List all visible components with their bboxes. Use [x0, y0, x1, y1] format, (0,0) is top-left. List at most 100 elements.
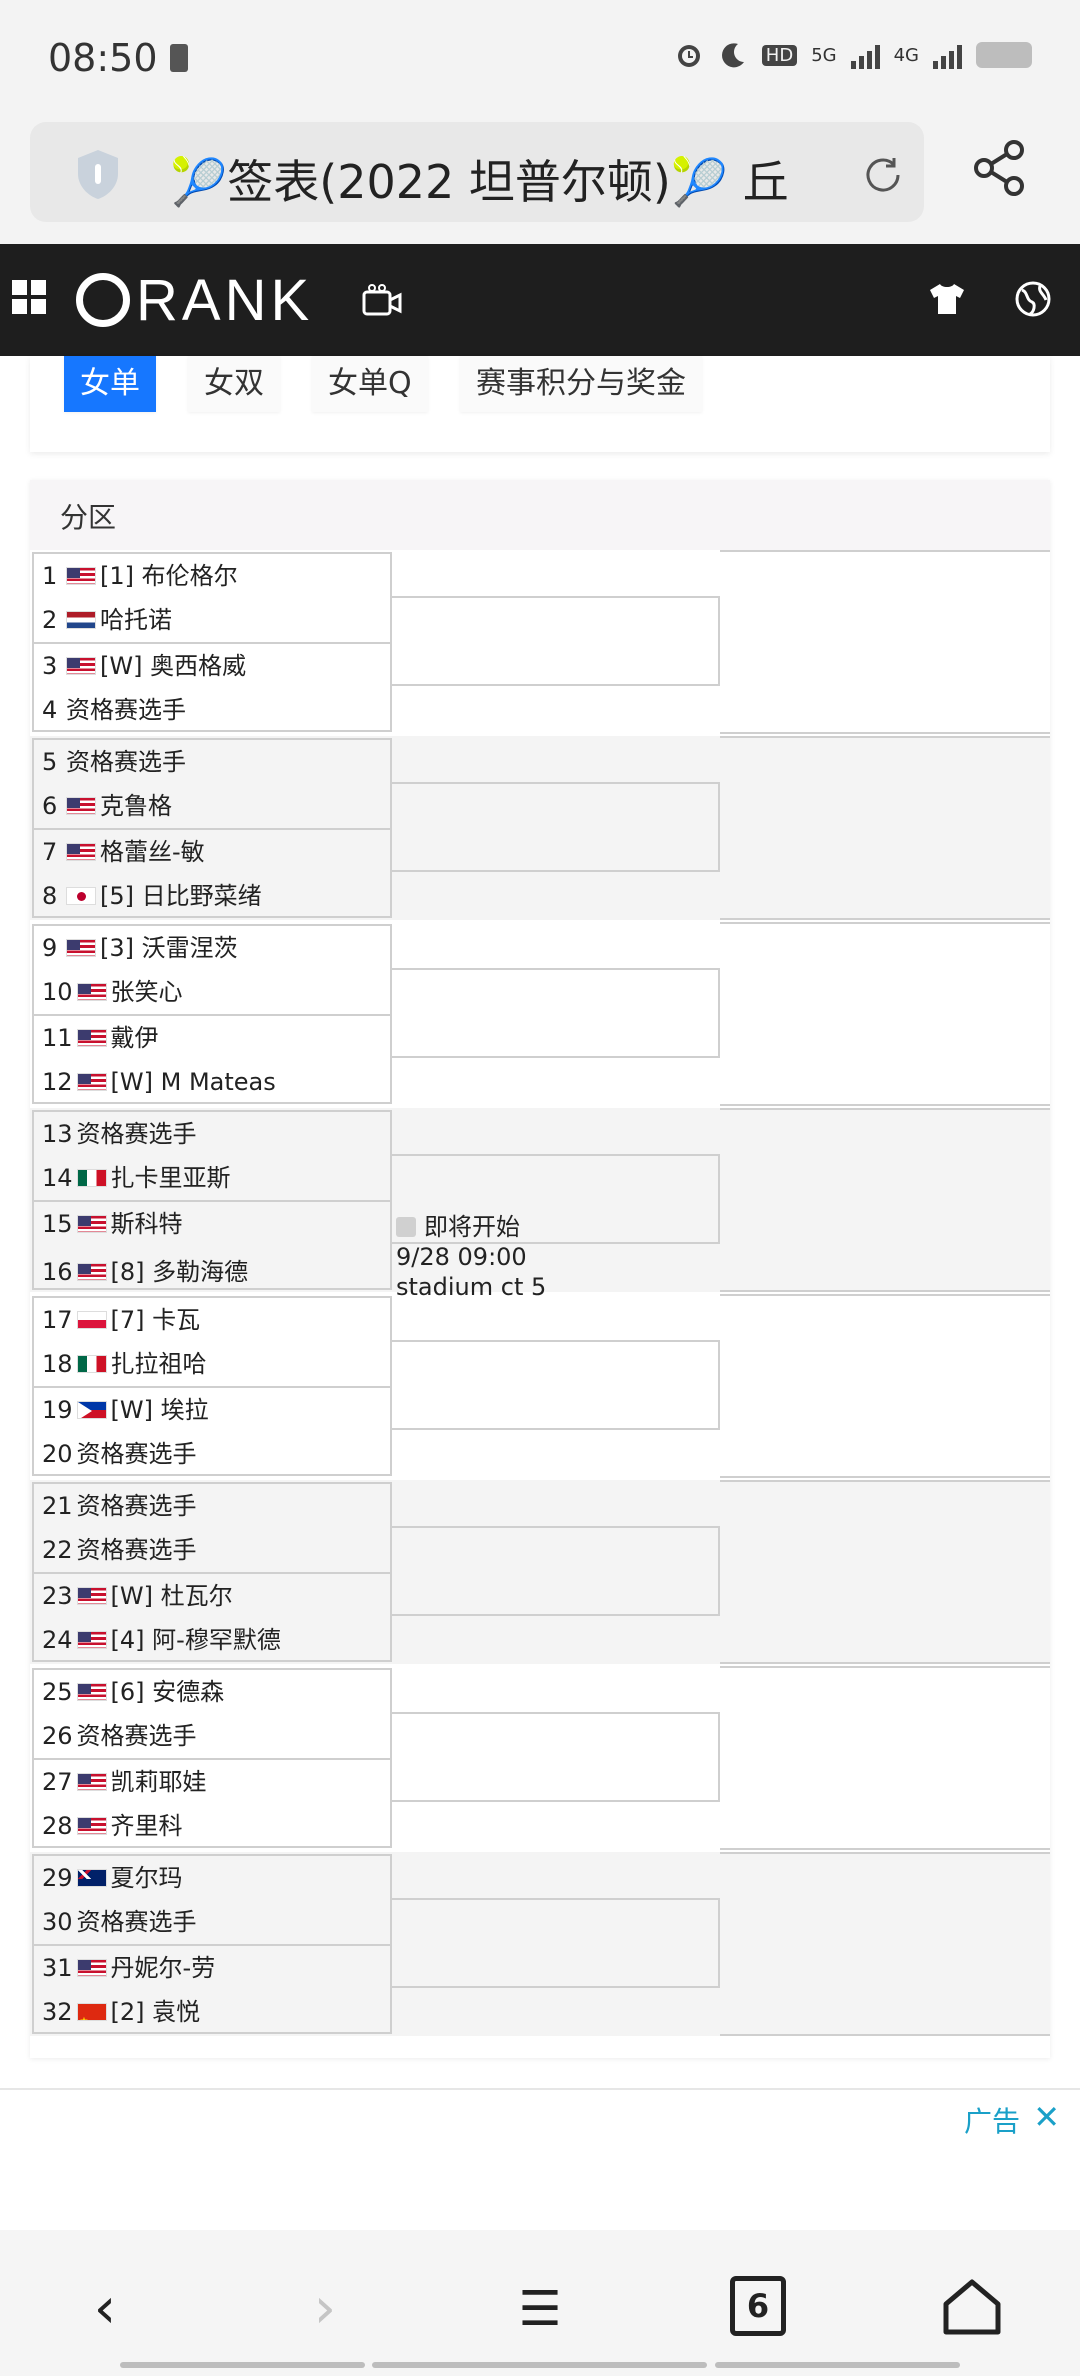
- shield-icon[interactable]: [70, 146, 126, 202]
- player-row[interactable]: 10 张笑心: [42, 970, 183, 1014]
- nl-flag-icon: [66, 611, 96, 629]
- status-indicator-icon: [396, 1217, 416, 1237]
- logo-text: RANK: [136, 267, 314, 333]
- player-row[interactable]: 26 资格赛选手: [42, 1714, 197, 1758]
- reload-icon[interactable]: [860, 152, 906, 198]
- player-name: 张笑心: [110, 978, 183, 1006]
- tab-womens-singles[interactable]: 女单: [64, 356, 156, 412]
- us-flag-icon: [76, 1215, 107, 1233]
- forward-button[interactable]: ›: [290, 2274, 360, 2344]
- player-row[interactable]: 15 斯科特: [42, 1202, 183, 1246]
- seed-position: 2: [42, 606, 58, 634]
- player-row[interactable]: 29 夏尔玛: [42, 1856, 183, 1900]
- us-flag-icon: [66, 939, 96, 957]
- alarm-icon: [677, 45, 700, 67]
- menu-button[interactable]: ☰: [505, 2274, 575, 2344]
- player-row[interactable]: 7 格蕾丝-敏: [42, 830, 205, 874]
- round3-bracket-line: [720, 922, 1050, 1106]
- player-row[interactable]: 23 [W] 杜瓦尔: [42, 1574, 233, 1618]
- seed-position: 8: [42, 882, 58, 910]
- seed-position: 21: [42, 1492, 73, 1520]
- match-time: 9/28 09:00: [396, 1243, 527, 1271]
- player-group: 9 [3] 沃雷涅茨 10 张笑心 11 戴伊 12 [W] M Mateas: [32, 924, 392, 1104]
- player-row[interactable]: 3 [W] 奥西格威: [42, 644, 246, 688]
- player-row[interactable]: 6 克鲁格: [42, 784, 172, 828]
- us-flag-icon: [76, 1817, 107, 1835]
- us-flag-icon: [76, 1959, 107, 1977]
- tab-womens-singles-q[interactable]: 女单Q: [312, 356, 428, 412]
- player-row[interactable]: 5 资格赛选手: [42, 740, 186, 784]
- player-name: 凯莉耶娃: [110, 1768, 207, 1796]
- player-row[interactable]: 9 [3] 沃雷涅茨: [42, 926, 238, 970]
- address-bar[interactable]: 🎾签表(2022 坦普尔顿)🎾 丘: [30, 122, 924, 222]
- player-row[interactable]: 8 [5] 日比野菜绪: [42, 874, 262, 918]
- round2-bracket-line: [392, 1712, 720, 1802]
- player-row[interactable]: 18 扎拉祖哈: [42, 1342, 207, 1386]
- ad-banner[interactable]: 广告 ✕: [0, 2088, 1080, 2228]
- share-icon[interactable]: [970, 138, 1030, 198]
- page-title[interactable]: 🎾签表(2022 坦普尔顿)🎾 丘: [170, 146, 830, 212]
- match-pair: 17 [7] 卡瓦 18 扎拉祖哈: [34, 1298, 390, 1386]
- player-name: 资格赛选手: [66, 748, 186, 776]
- round3-bracket-line: [720, 550, 1050, 734]
- round3-bracket-line: [720, 1108, 1050, 1292]
- player-row[interactable]: 2 哈托诺: [42, 598, 172, 642]
- tabs-button[interactable]: 6: [730, 2276, 786, 2336]
- us-flag-icon: [76, 1029, 107, 1047]
- video-icon[interactable]: [362, 284, 402, 318]
- browser-toolbar: 🎾签表(2022 坦普尔顿)🎾 丘: [0, 116, 1080, 244]
- player-row[interactable]: 32 [2] 袁悦: [42, 1990, 200, 2034]
- round3-bracket-line: [720, 736, 1050, 920]
- tab-womens-doubles[interactable]: 女双: [188, 356, 280, 412]
- shirt-icon[interactable]: [928, 282, 966, 316]
- player-row[interactable]: 28 齐里科: [42, 1804, 183, 1848]
- match-pair: 19 [W] 埃拉 20 资格赛选手: [34, 1386, 390, 1474]
- round3-bracket-line: [720, 1852, 1050, 2036]
- player-row[interactable]: 20 资格赛选手: [42, 1432, 197, 1476]
- player-name: 资格赛选手: [76, 1536, 197, 1564]
- player-row[interactable]: 31 丹妮尔-劳: [42, 1946, 215, 1990]
- player-row[interactable]: 21 资格赛选手: [42, 1484, 197, 1528]
- logo-mark-icon: [76, 273, 130, 327]
- player-name: [W] M Mateas: [110, 1068, 276, 1096]
- match-pair: 9 [3] 沃雷涅茨 10 张笑心: [34, 926, 390, 1014]
- home-icon[interactable]: [940, 2274, 1004, 2338]
- us-flag-icon: [76, 983, 107, 1001]
- player-row[interactable]: 11 戴伊: [42, 1016, 159, 1060]
- globe-icon[interactable]: [1014, 280, 1052, 318]
- player-row[interactable]: 12 [W] M Mateas: [42, 1060, 276, 1104]
- player-row[interactable]: 16 [8] 多勒海德: [42, 1250, 248, 1294]
- match-info[interactable]: 即将开始 9/28 09:00 stadium ct 5: [396, 1212, 546, 1302]
- player-row[interactable]: 13 资格赛选手: [42, 1112, 197, 1156]
- site-logo[interactable]: RANK: [76, 268, 313, 333]
- player-row[interactable]: 4 资格赛选手: [42, 688, 186, 732]
- draw-section: 5 资格赛选手 6 克鲁格 7 格蕾丝-敏 8 [5] 日比野菜绪: [30, 736, 1050, 920]
- player-name: [8] 多勒海德: [110, 1258, 249, 1286]
- seed-position: 24: [42, 1626, 73, 1654]
- seed-position: 29: [42, 1864, 73, 1892]
- match-pair: 21 资格赛选手 22 资格赛选手: [34, 1484, 390, 1572]
- close-icon[interactable]: ✕: [1033, 2098, 1060, 2136]
- seed-position: 5: [42, 748, 58, 776]
- player-row[interactable]: 1 [1] 布伦格尔: [42, 554, 238, 598]
- draw-section: 25 [6] 安德森 26 资格赛选手 27 凯莉耶娃 28 齐里科: [30, 1666, 1050, 1850]
- player-name: [2] 袁悦: [110, 1998, 201, 2026]
- match-pair: 23 [W] 杜瓦尔 24 [4] 阿-穆罕默德: [34, 1572, 390, 1660]
- player-row[interactable]: 19 [W] 埃拉: [42, 1388, 209, 1432]
- au-flag-icon: [76, 1869, 107, 1887]
- player-row[interactable]: 22 资格赛选手: [42, 1528, 197, 1572]
- player-row[interactable]: 25 [6] 安德森: [42, 1670, 224, 1714]
- seed-position: 19: [42, 1396, 73, 1424]
- draw-tabs: 女单 女双 女单Q 赛事积分与奖金: [30, 356, 1050, 452]
- player-row[interactable]: 17 [7] 卡瓦: [42, 1298, 200, 1342]
- tab-points-prize[interactable]: 赛事积分与奖金: [460, 356, 702, 412]
- net-5g-label: 5G: [811, 44, 837, 66]
- site-header: RANK: [0, 244, 1080, 356]
- menu-grid-icon[interactable]: [12, 280, 46, 314]
- back-button[interactable]: ‹: [70, 2274, 140, 2344]
- player-row[interactable]: 27 凯莉耶娃: [42, 1760, 207, 1804]
- player-row[interactable]: 30 资格赛选手: [42, 1900, 197, 1944]
- round2-bracket-line: [392, 1526, 720, 1616]
- player-row[interactable]: 14 扎卡里亚斯: [42, 1156, 231, 1200]
- player-row[interactable]: 24 [4] 阿-穆罕默德: [42, 1618, 281, 1662]
